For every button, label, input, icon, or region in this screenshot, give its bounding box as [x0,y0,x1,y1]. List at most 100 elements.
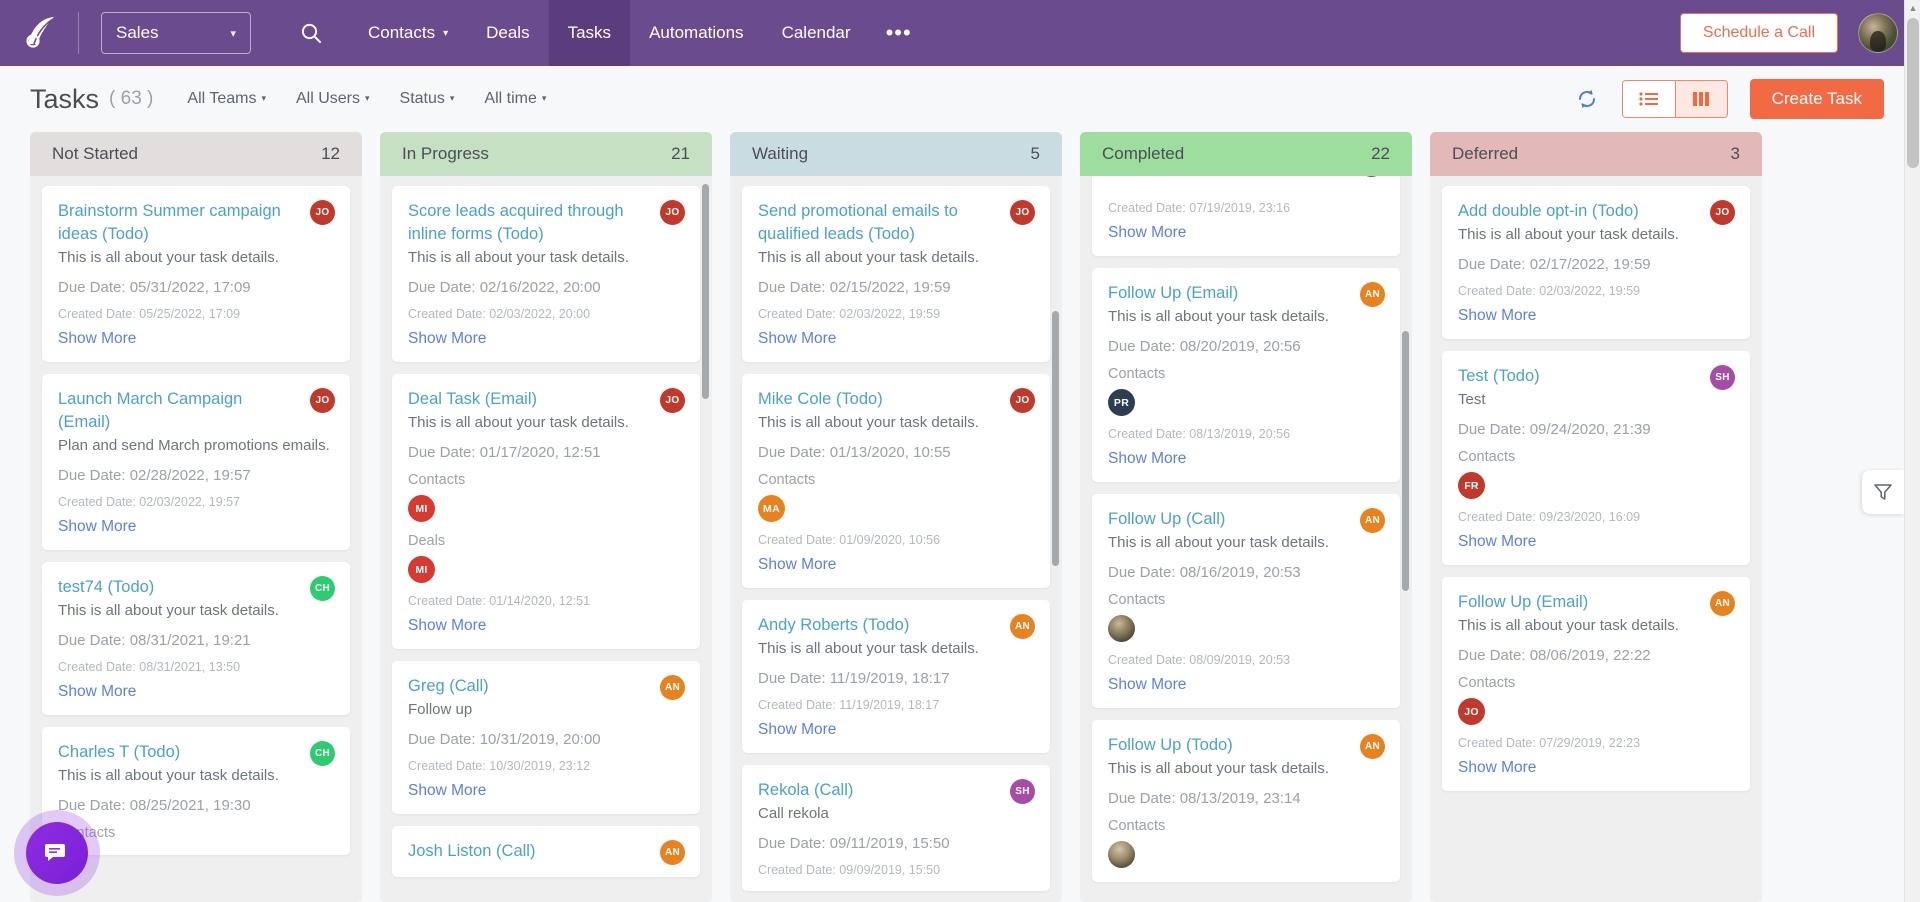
create-task-button[interactable]: Create Task [1749,79,1884,119]
show-more-link[interactable]: Show More [1108,450,1384,468]
task-owner-avatar[interactable]: JO [310,388,335,413]
task-card[interactable]: SH Test (Todo) Test Due Date: 09/24/2020, 2… [1442,351,1750,565]
filter-all-time[interactable]: All time ▾ [484,90,546,108]
task-card[interactable]: JO Deal Task (Email) This is all about you… [392,374,700,649]
show-more-link[interactable]: Show More [58,518,334,536]
contact-chip[interactable]: PR [1108,389,1135,416]
show-more-link[interactable]: Show More [758,330,1034,348]
deal-chip[interactable]: MI [408,556,435,583]
task-card[interactable]: JO Mike Cole (Todo) This is all about your… [742,374,1050,588]
show-more-link[interactable]: Show More [1458,533,1734,551]
show-more-link[interactable]: Show More [408,617,684,635]
column-scrollbar[interactable] [702,184,709,399]
column-scrollbar[interactable] [1052,311,1059,566]
task-owner-avatar[interactable]: AN [1010,614,1035,639]
nav-item-calendar[interactable]: Calendar [763,0,870,66]
task-card-title[interactable]: Andy Roberts (Todo) [758,614,1034,637]
show-more-link[interactable]: Show More [1458,759,1734,777]
task-card[interactable]: AN Follow Up (Email) This is all about you… [1092,268,1400,482]
chat-bubble-button[interactable] [26,822,88,884]
user-avatar[interactable] [1858,13,1898,53]
task-card[interactable]: SH Rekola (Call) Call rekola Due Date: 09/1… [742,765,1050,891]
task-owner-avatar[interactable]: AN [1360,282,1385,307]
task-card-title[interactable]: Deal Task (Email) [408,388,684,411]
task-owner-avatar[interactable]: SH [1010,779,1035,804]
task-owner-avatar[interactable]: JO [1710,200,1735,225]
column-card-list[interactable]: JO Score leads acquired through inline fo… [380,176,712,902]
contact-chip[interactable]: JO [1458,698,1485,725]
show-more-link[interactable]: Show More [408,330,684,348]
task-card-title[interactable]: Rekola (Call) [758,779,1034,802]
task-card-title[interactable]: Send promotional emails to qualified lea… [758,200,1034,246]
task-card-title[interactable]: Mike Cole (Todo) [758,388,1034,411]
task-card[interactable]: JO Launch March Campaign (Email) Plan and … [42,374,350,550]
task-card-title[interactable]: Charles T (Todo) [58,741,334,764]
task-card[interactable]: Created Date: 07/19/2019, 23:16 Show More [1092,176,1400,256]
filter-all-teams[interactable]: All Teams ▾ [187,90,266,108]
column-card-list[interactable]: JO Send promotional emails to qualified l… [730,176,1062,902]
task-card-title[interactable]: Greg (Call) [408,675,684,698]
nav-item-contacts[interactable]: Contacts ▾ [349,0,467,66]
show-more-link[interactable]: Show More [58,683,334,701]
scroll-up-arrow-icon[interactable]: ▲ [1905,0,1920,16]
agile-crm-logo[interactable] [14,9,68,57]
column-card-list[interactable]: Created Date: 07/19/2019, 23:16 Show More… [1080,176,1412,902]
task-owner-avatar[interactable]: CH [310,576,335,601]
task-card-title[interactable]: Score leads acquired through inline form… [408,200,684,246]
filter-all-users[interactable]: All Users ▾ [296,90,370,108]
refresh-icon[interactable] [1574,86,1600,112]
contact-chip[interactable]: MI [408,495,435,522]
contact-chip[interactable]: FR [1458,472,1485,499]
task-card[interactable]: JO Send promotional emails to qualified l… [742,186,1050,362]
search-icon[interactable] [285,0,337,66]
task-card[interactable]: AN Greg (Call) Follow up Due Date: 10/31/20… [392,661,700,814]
task-owner-avatar[interactable]: AN [660,675,685,700]
show-more-link[interactable]: Show More [1458,307,1734,325]
task-owner-avatar[interactable] [1358,176,1385,177]
show-more-link[interactable]: Show More [1108,676,1384,694]
task-card[interactable]: AN Josh Liston (Call) [392,826,700,877]
task-owner-avatar[interactable]: JO [660,388,685,413]
task-card-title[interactable]: Launch March Campaign (Email) [58,388,334,434]
page-scrollbar-thumb[interactable] [1907,18,1919,168]
board-view-button[interactable] [1674,81,1727,117]
task-owner-avatar[interactable]: JO [660,200,685,225]
task-card[interactable]: JO Add double opt-in (Todo) This is all ab… [1442,186,1750,339]
task-owner-avatar[interactable]: CH [310,741,335,766]
page-scrollbar[interactable]: ▲ [1904,0,1920,902]
task-owner-avatar[interactable]: AN [1360,508,1385,533]
task-card-title[interactable]: Follow Up (Email) [1108,282,1384,305]
task-card-title[interactable]: Test (Todo) [1458,365,1734,388]
task-owner-avatar[interactable]: AN [1360,734,1385,759]
list-view-button[interactable] [1622,81,1675,117]
task-owner-avatar[interactable]: JO [1010,388,1035,413]
pipeline-select[interactable]: Sales ▾ [101,12,251,54]
contact-chip[interactable] [1108,841,1135,868]
nav-item-deals[interactable]: Deals [467,0,548,66]
task-card[interactable]: AN Andy Roberts (Todo) This is all about y… [742,600,1050,753]
show-more-link[interactable]: Show More [58,330,334,348]
filter-flyout-button[interactable] [1862,470,1904,514]
task-card-title[interactable]: Follow Up (Todo) [1108,734,1384,757]
task-owner-avatar[interactable]: JO [310,200,335,225]
nav-item-tasks[interactable]: Tasks [548,0,631,66]
nav-item-automations[interactable]: Automations [630,0,763,66]
task-owner-avatar[interactable]: AN [1710,591,1735,616]
task-card[interactable]: AN Follow Up (Email) This is all about you… [1442,577,1750,791]
show-more-link[interactable]: Show More [1108,224,1384,242]
task-owner-avatar[interactable]: AN [660,840,685,865]
task-card[interactable]: CH test74 (Todo) This is all about your ta… [42,562,350,715]
task-card-title[interactable]: Josh Liston (Call) [408,840,684,863]
task-card-title[interactable]: Follow Up (Call) [1108,508,1384,531]
column-scrollbar[interactable] [1402,331,1409,591]
task-card[interactable]: JO Score leads acquired through inline fo… [392,186,700,362]
task-card[interactable]: CH Charles T (Todo) This is all about your… [42,727,350,855]
contact-chip[interactable]: MA [758,495,785,522]
task-owner-avatar[interactable]: JO [1010,200,1035,225]
schedule-a-call-button[interactable]: Schedule a Call [1679,13,1838,53]
column-card-list[interactable]: JO Brainstorm Summer campaign ideas (Todo… [30,176,362,902]
task-card[interactable]: AN Follow Up (Call) This is all about your… [1092,494,1400,708]
show-more-link[interactable]: Show More [758,556,1034,574]
nav-more-menu-icon[interactable]: ••• [870,0,928,66]
task-card[interactable]: JO Brainstorm Summer campaign ideas (Todo… [42,186,350,362]
